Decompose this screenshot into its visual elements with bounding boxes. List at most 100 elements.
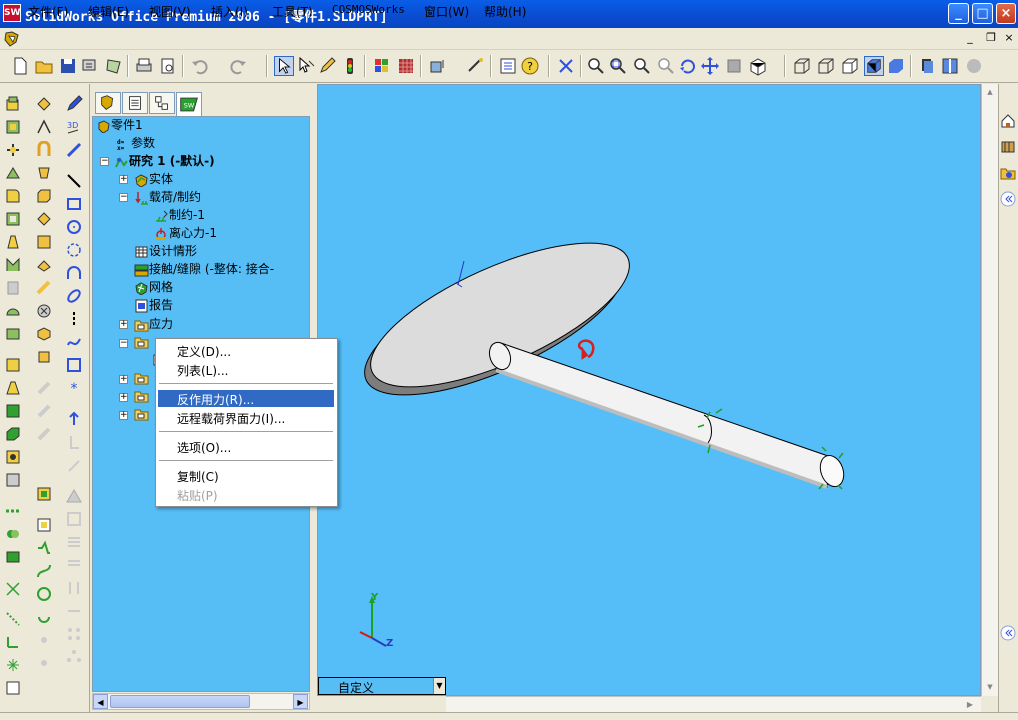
wrap-icon[interactable] [4, 279, 22, 297]
print-icon[interactable] [134, 56, 154, 76]
flex-icon[interactable] [35, 279, 53, 297]
properties-icon[interactable] [498, 56, 518, 76]
expand-deformation-toggle[interactable]: + [119, 393, 128, 402]
viewport-horizontal-scrollbar[interactable] [446, 696, 981, 713]
save-icon[interactable] [58, 56, 78, 76]
file-explorer-icon[interactable] [1000, 165, 1016, 181]
expand-stress-toggle[interactable]: + [119, 320, 128, 329]
sketch-icon[interactable] [65, 95, 83, 113]
zoom-to-selection-icon[interactable] [656, 56, 676, 76]
select-other-icon[interactable] [296, 56, 316, 76]
solidworks-menu-icon[interactable] [3, 30, 21, 48]
cosmos-tool-icon[interactable] [556, 56, 576, 76]
cosmetic-thread-icon[interactable] [4, 471, 22, 489]
extruded-boss-icon[interactable] [4, 95, 22, 113]
print-options-icon[interactable] [80, 56, 100, 76]
tree-node-design-scenarios[interactable]: 设计情形 [134, 243, 197, 259]
extruded-cut-icon[interactable] [35, 95, 53, 113]
zoom-to-area-icon[interactable] [608, 56, 628, 76]
spiral-icon[interactable] [35, 608, 53, 626]
3d-sketch-icon[interactable]: 3D [65, 118, 83, 136]
shell-icon[interactable] [4, 210, 22, 228]
line-icon[interactable] [65, 172, 83, 190]
instant-3d-icon[interactable] [428, 56, 448, 76]
texture-icon[interactable] [396, 56, 416, 76]
reference-point-icon[interactable] [4, 656, 22, 674]
sweep-path-icon[interactable] [35, 562, 53, 580]
undo-icon[interactable] [190, 56, 210, 76]
print-preview-icon[interactable] [158, 56, 178, 76]
fillet-icon[interactable] [4, 187, 22, 205]
tree-node-loads-fixtures[interactable]: 载荷/制约 [134, 189, 201, 205]
centerline-icon[interactable] [65, 310, 83, 328]
circle-icon[interactable] [65, 218, 83, 236]
delete-face-icon[interactable] [35, 302, 53, 320]
mdi-restore-button[interactable]: ❐ [983, 30, 999, 46]
sketch-pencil-icon[interactable] [318, 56, 338, 76]
copy-entities-icon[interactable] [65, 602, 83, 620]
results-folder-icon[interactable] [134, 389, 149, 403]
helix-icon[interactable] [35, 585, 53, 603]
3d-curve-icon[interactable] [35, 654, 53, 672]
centerpoint-arc-icon[interactable] [65, 241, 83, 259]
tree-node-study[interactable]: 研究 1 (-默认-) [114, 153, 215, 169]
menu-cosmosworks[interactable]: COSMOSWorks [332, 3, 405, 16]
roll-view-icon[interactable] [724, 56, 744, 76]
tree-node-fixture-1[interactable]: 制约-1 [154, 207, 205, 223]
menu-insert[interactable]: 插入(I) [211, 3, 248, 20]
make-drawing-icon[interactable] [104, 56, 124, 76]
zoom-to-fit-icon[interactable] [586, 56, 606, 76]
tree-node-part[interactable]: 零件1 [96, 117, 143, 133]
scroll-right-arrow-icon[interactable]: ▶ [293, 694, 308, 709]
rotate-entities-icon[interactable] [65, 556, 83, 574]
menu-item-paste[interactable]: 粘贴(P) [177, 487, 218, 504]
home-icon[interactable] [1000, 113, 1016, 129]
indent-icon[interactable] [35, 256, 53, 274]
solidworks-app-icon[interactable]: SW [3, 4, 21, 22]
menu-item-remote-load-interface-force[interactable]: 远程载荷界面力(I)... [177, 410, 285, 427]
tree-node-report[interactable]: 报告 [134, 297, 173, 313]
menu-edit[interactable]: 编辑(E) [88, 3, 129, 20]
dropdown-arrow-icon[interactable]: ▼ [433, 678, 445, 694]
point-icon[interactable] [4, 580, 22, 598]
collapse-loads-toggle[interactable]: − [119, 193, 128, 202]
trim-icon[interactable] [65, 433, 83, 451]
linear-pattern-icon[interactable] [4, 356, 22, 374]
move-face-icon[interactable] [35, 348, 53, 366]
revolved-boss-icon[interactable] [4, 118, 22, 136]
feature-tree-scroll-thumb[interactable] [110, 695, 250, 708]
standard-views-icon[interactable] [748, 56, 768, 76]
loft-icon[interactable] [4, 164, 22, 182]
warning-triangle-icon[interactable] [65, 487, 83, 505]
intersect-icon[interactable] [4, 548, 22, 566]
mdi-minimize-button[interactable]: _ [962, 30, 978, 46]
results-folder-icon[interactable] [134, 371, 149, 385]
scroll-up-arrow-icon[interactable]: ▲ [983, 85, 997, 99]
scroll-right-arrow-icon[interactable]: ▶ [962, 697, 978, 712]
rebuild-traffic-light-icon[interactable] [340, 56, 360, 76]
viewport-vertical-scrollbar[interactable] [981, 84, 998, 696]
menu-item-define[interactable]: 定义(D)... [177, 343, 231, 360]
maximize-button[interactable]: □ [972, 3, 993, 24]
shaded-icon[interactable] [886, 56, 906, 76]
results-folder-icon[interactable] [134, 407, 149, 421]
tree-node-mesh[interactable]: 网格 [134, 279, 173, 295]
expand-solids-toggle[interactable]: + [119, 175, 128, 184]
sweep-icon[interactable] [4, 141, 22, 159]
swept-cut-icon[interactable] [35, 141, 53, 159]
rotate-view-icon[interactable] [678, 56, 698, 76]
combine-icon[interactable] [4, 525, 22, 543]
spline-icon[interactable] [65, 333, 83, 351]
mirror-entities-icon[interactable] [65, 510, 83, 528]
move-entities-icon[interactable] [65, 533, 83, 551]
circular-pattern-icon[interactable] [4, 379, 22, 397]
table-pattern-icon[interactable] [35, 402, 53, 420]
thicken-icon[interactable] [35, 233, 53, 251]
menu-view[interactable]: 视图(V) [149, 3, 191, 20]
sketch-point-icon[interactable]: * [65, 379, 83, 397]
redo-icon[interactable] [228, 56, 248, 76]
menu-tools[interactable]: 工具(T) [272, 3, 313, 20]
pan-icon[interactable] [700, 56, 720, 76]
menu-item-options[interactable]: 选项(O)... [177, 439, 231, 456]
freeform-icon[interactable] [4, 325, 22, 343]
